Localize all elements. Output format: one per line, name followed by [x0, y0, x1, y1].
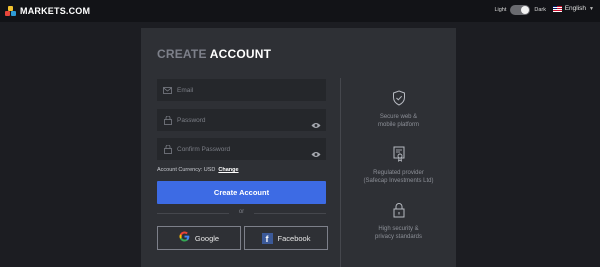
shield-check-icon [341, 90, 456, 109]
create-account-button[interactable]: Create Account [157, 181, 326, 204]
certificate-icon [341, 146, 456, 165]
theme-toggle[interactable] [510, 5, 531, 15]
email-icon [163, 86, 172, 94]
feature-regulated: Regulated provider (Safecap Investments … [341, 146, 456, 185]
google-label: Google [194, 233, 220, 243]
lock-icon [163, 115, 172, 125]
confirm-password-field[interactable] [157, 138, 326, 160]
feature-security: High security & privacy standards [341, 202, 456, 241]
facebook-signup-button[interactable]: f Facebook [244, 226, 328, 250]
theme-dark-label: Dark [534, 7, 546, 13]
brand-name: MARKETS.COM [20, 6, 91, 16]
title-account: ACCOUNT [209, 47, 272, 61]
or-separator: or [157, 209, 326, 215]
feature-2-line2: (Safecap Investments Ltd) [363, 178, 434, 185]
feature-1-line2: mobile platform [377, 122, 419, 129]
page-title: CREATE ACCOUNT [157, 47, 271, 61]
facebook-icon: f [261, 232, 273, 244]
feature-3-line2: privacy standards [374, 234, 423, 241]
currency-label: Account Currency: USD [157, 167, 216, 173]
google-signup-button[interactable]: Google [157, 226, 241, 250]
brand-logo[interactable]: MARKETS.COM [5, 3, 90, 19]
language-selector[interactable]: English ▼ [552, 5, 594, 12]
lock-icon [163, 144, 172, 154]
theme-switcher: Light Dark [494, 5, 546, 15]
account-currency: Account Currency: USD Change [157, 167, 239, 173]
confirm-password-input[interactable] [177, 145, 297, 153]
top-bar: MARKETS.COM Light Dark English ▼ [0, 0, 600, 22]
show-password-eye-icon[interactable] [311, 116, 321, 134]
show-confirm-password-eye-icon[interactable] [311, 145, 321, 163]
password-input[interactable] [177, 116, 297, 124]
feature-3-line1: High security & [378, 226, 419, 233]
markets-logo-icon [5, 5, 16, 17]
create-account-panel: CREATE ACCOUNT Account Currency: USDChan… [141, 28, 456, 267]
feature-2-line1: Regulated provider [373, 170, 424, 177]
chevron-down-icon: ▼ [589, 5, 594, 12]
change-currency-link[interactable]: Change [218, 167, 238, 173]
email-field[interactable] [157, 79, 326, 101]
email-input[interactable] [177, 86, 297, 94]
theme-light-label: Light [494, 7, 507, 13]
uk-flag-icon [552, 5, 562, 12]
password-field[interactable] [157, 109, 326, 131]
title-create: CREATE [157, 47, 207, 61]
feature-secure-platform: Secure web & mobile platform [341, 90, 456, 129]
google-icon [179, 231, 190, 245]
toggle-knob [521, 6, 530, 14]
lock-icon [341, 202, 456, 221]
facebook-label: Facebook [277, 233, 311, 243]
feature-1-line1: Secure web & [379, 114, 418, 121]
language-label: English [564, 5, 587, 12]
